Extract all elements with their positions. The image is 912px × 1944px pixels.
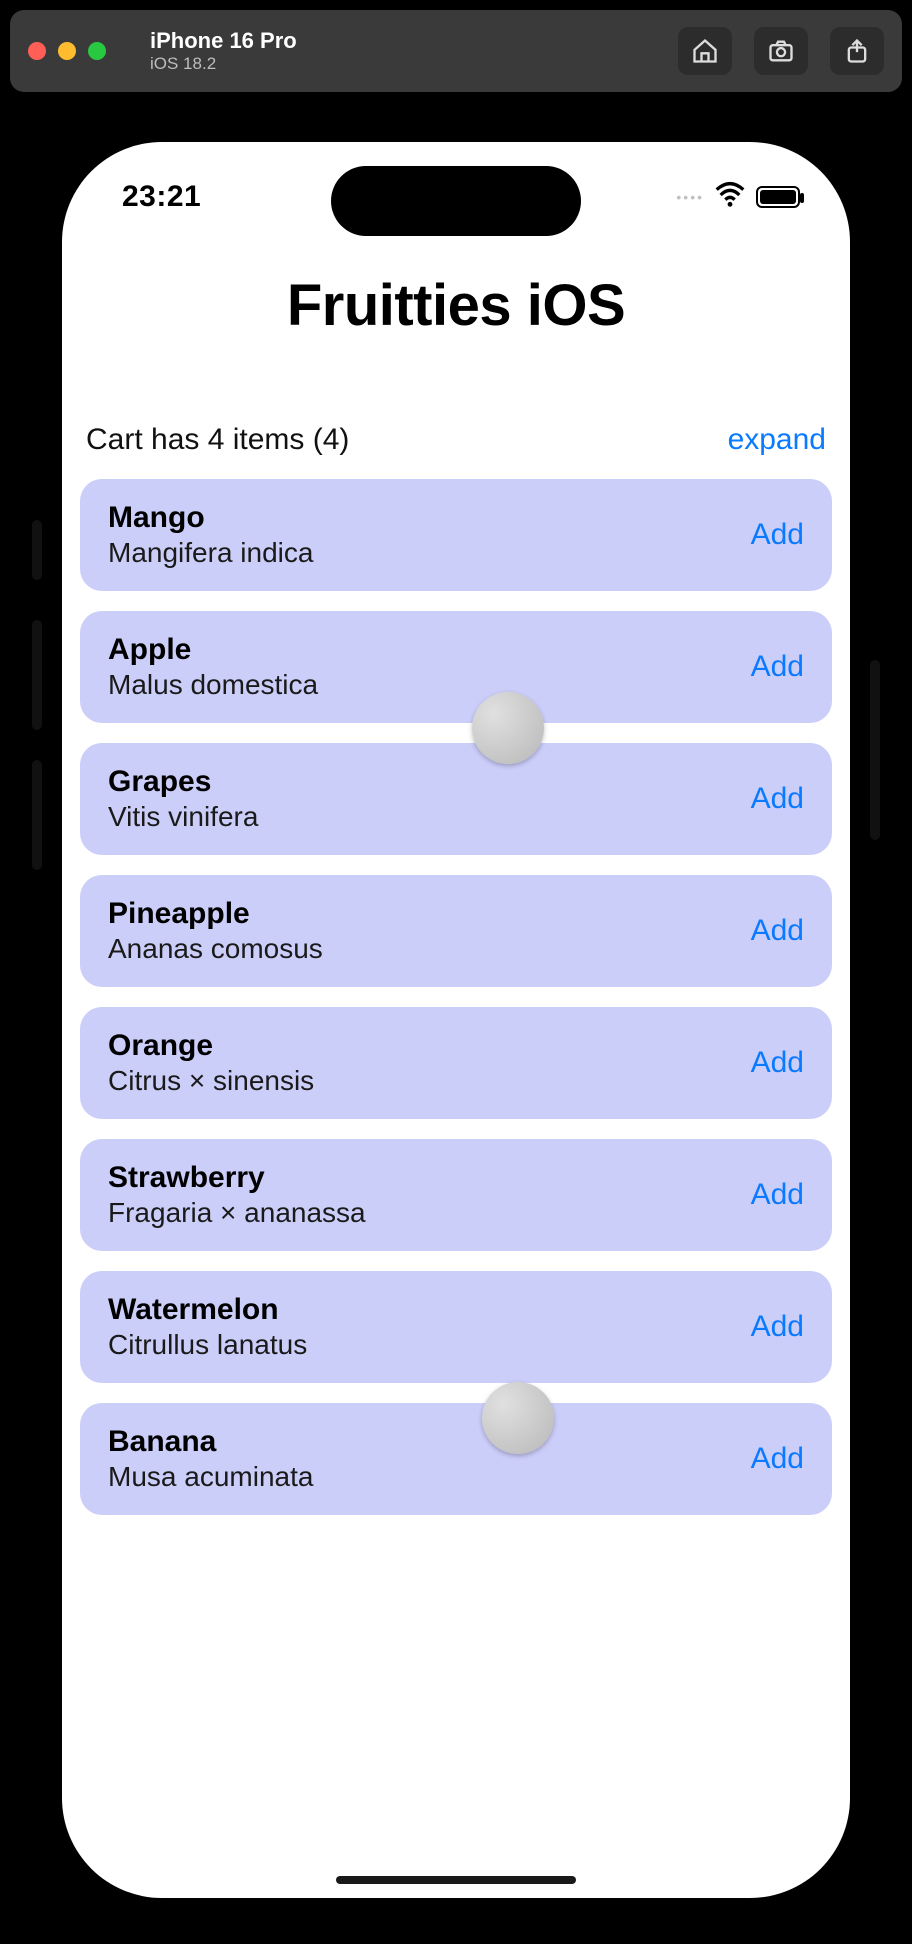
close-icon[interactable] — [28, 42, 46, 60]
dynamic-island — [331, 166, 581, 236]
touch-indicator — [482, 1382, 554, 1454]
fruit-name: Watermelon — [108, 1293, 307, 1327]
add-button[interactable]: Add — [751, 650, 804, 684]
add-button[interactable]: Add — [751, 914, 804, 948]
add-button[interactable]: Add — [751, 782, 804, 816]
fruit-subtitle: Vitis vinifera — [108, 801, 258, 833]
fruit-name: Orange — [108, 1029, 314, 1063]
cart-label: Cart has 4 items (4) — [86, 423, 349, 457]
fruit-subtitle: Musa acuminata — [108, 1461, 313, 1493]
simulator-toolbar: iPhone 16 Pro iOS 18.2 — [10, 10, 902, 92]
add-button[interactable]: Add — [751, 1178, 804, 1212]
simulator-device: iPhone 16 Pro — [150, 28, 297, 54]
add-button[interactable]: Add — [751, 1046, 804, 1080]
touch-indicator — [472, 692, 544, 764]
fruit-name: Apple — [108, 633, 318, 667]
fruit-name: Banana — [108, 1425, 313, 1459]
volume-up-button[interactable] — [32, 620, 42, 730]
power-button[interactable] — [870, 660, 880, 840]
battery-icon — [756, 186, 800, 208]
page-title: Fruitties iOS — [80, 272, 832, 339]
app-content: Fruitties iOS Cart has 4 items (4) expan… — [62, 252, 850, 1898]
list-item: Orange Citrus × sinensis Add — [80, 1007, 832, 1119]
share-button[interactable] — [830, 27, 884, 75]
home-indicator[interactable] — [336, 1876, 576, 1884]
home-icon — [691, 37, 719, 65]
list-item: Pineapple Ananas comosus Add — [80, 875, 832, 987]
volume-down-button[interactable] — [32, 760, 42, 870]
simulator-title-block: iPhone 16 Pro iOS 18.2 — [150, 28, 297, 75]
list-item: Watermelon Citrullus lanatus Add — [80, 1271, 832, 1383]
fruit-name: Pineapple — [108, 897, 323, 931]
status-time: 23:21 — [122, 180, 201, 214]
mute-switch[interactable] — [32, 520, 42, 580]
cart-row: Cart has 4 items (4) expand — [80, 423, 832, 475]
screenshot-button[interactable] — [754, 27, 808, 75]
fruit-name: Strawberry — [108, 1161, 366, 1195]
phone-frame: 23:21 •••• Fruitties iOS Cart has 4 item… — [40, 120, 872, 1920]
add-button[interactable]: Add — [751, 1310, 804, 1344]
expand-button[interactable]: expand — [728, 423, 826, 457]
list-item: Mango Mangifera indica Add — [80, 479, 832, 591]
list-item: Banana Musa acuminata Add — [80, 1403, 832, 1515]
fruit-subtitle: Ananas comosus — [108, 933, 323, 965]
list-item: Strawberry Fragaria × ananassa Add — [80, 1139, 832, 1251]
cellular-icon: •••• — [676, 189, 704, 205]
minimize-icon[interactable] — [58, 42, 76, 60]
window-controls — [28, 42, 106, 60]
list-item: Apple Malus domestica Add — [80, 611, 832, 723]
fruit-list: Mango Mangifera indica Add Apple Malus d… — [80, 479, 832, 1515]
home-button[interactable] — [678, 27, 732, 75]
maximize-icon[interactable] — [88, 42, 106, 60]
fruit-subtitle: Mangifera indica — [108, 537, 313, 569]
fruit-subtitle: Fragaria × ananassa — [108, 1197, 366, 1229]
fruit-subtitle: Citrus × sinensis — [108, 1065, 314, 1097]
list-item: Grapes Vitis vinifera Add — [80, 743, 832, 855]
add-button[interactable]: Add — [751, 518, 804, 552]
simulator-os: iOS 18.2 — [150, 54, 297, 74]
camera-icon — [767, 37, 795, 65]
share-icon — [843, 37, 871, 65]
fruit-subtitle: Citrullus lanatus — [108, 1329, 307, 1361]
fruit-name: Mango — [108, 501, 313, 535]
add-button[interactable]: Add — [751, 1442, 804, 1476]
wifi-icon — [714, 179, 746, 216]
fruit-subtitle: Malus domestica — [108, 669, 318, 701]
fruit-name: Grapes — [108, 765, 258, 799]
phone-screen: 23:21 •••• Fruitties iOS Cart has 4 item… — [62, 142, 850, 1898]
